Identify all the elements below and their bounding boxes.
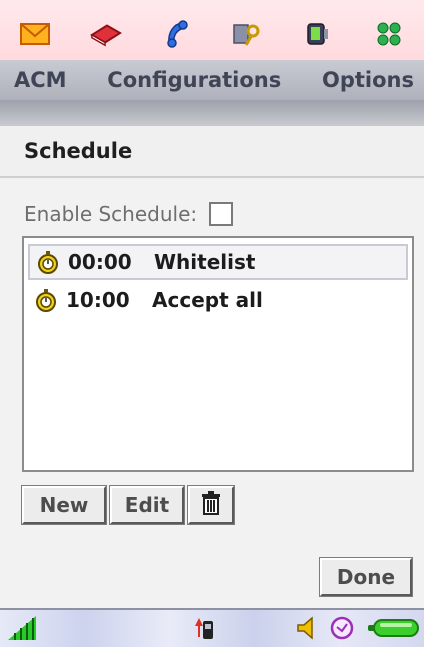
phone-call-icon xyxy=(194,616,214,644)
phone-handset-icon[interactable] xyxy=(161,20,193,48)
new-button[interactable]: New xyxy=(21,485,107,525)
battery-icon xyxy=(368,618,420,642)
list-item[interactable]: 00:00 Whitelist xyxy=(28,244,408,280)
book-icon[interactable] xyxy=(90,20,122,48)
trash-icon xyxy=(200,490,222,520)
list-item[interactable]: 10:00 Accept all xyxy=(28,282,408,318)
schedule-label: Accept all xyxy=(152,288,263,312)
schedule-time: 10:00 xyxy=(66,288,130,312)
enable-schedule-row: Enable Schedule: xyxy=(24,198,234,230)
schedule-label: Whitelist xyxy=(154,250,256,274)
status-bar xyxy=(0,608,424,647)
menu-separator xyxy=(0,100,424,126)
stopwatch-icon xyxy=(34,288,58,312)
enable-schedule-checkbox[interactable] xyxy=(209,202,234,226)
menu-options[interactable]: Options xyxy=(322,68,414,92)
page-title: Schedule xyxy=(0,126,424,178)
stopwatch-icon xyxy=(36,250,60,274)
app-icon-bar xyxy=(0,0,424,64)
schedule-panel: Enable Schedule: 00:00 Whitelist 10:00 A… xyxy=(0,178,424,608)
menu-bar: ACM Configurations Options xyxy=(0,60,424,100)
speaker-icon xyxy=(296,616,318,644)
device-icon[interactable] xyxy=(302,20,334,48)
enable-schedule-label: Enable Schedule: xyxy=(24,202,198,226)
signal-strength-icon xyxy=(8,616,36,644)
clock-icon xyxy=(330,616,354,644)
schedule-time: 00:00 xyxy=(68,250,132,274)
envelope-icon[interactable] xyxy=(19,20,51,48)
schedule-list[interactable]: 00:00 Whitelist 10:00 Accept all xyxy=(22,236,414,472)
page-title-text: Schedule xyxy=(24,139,133,163)
edit-button[interactable]: Edit xyxy=(109,485,185,525)
delete-button[interactable] xyxy=(187,485,235,525)
done-button[interactable]: Done xyxy=(319,557,413,597)
phone-screen: ACM Configurations Options Schedule Enab… xyxy=(0,0,424,647)
menu-configurations[interactable]: Configurations xyxy=(107,68,281,92)
key-card-icon[interactable] xyxy=(231,20,263,48)
apps-grid-icon[interactable] xyxy=(373,20,405,48)
menu-acm[interactable]: ACM xyxy=(14,68,67,92)
